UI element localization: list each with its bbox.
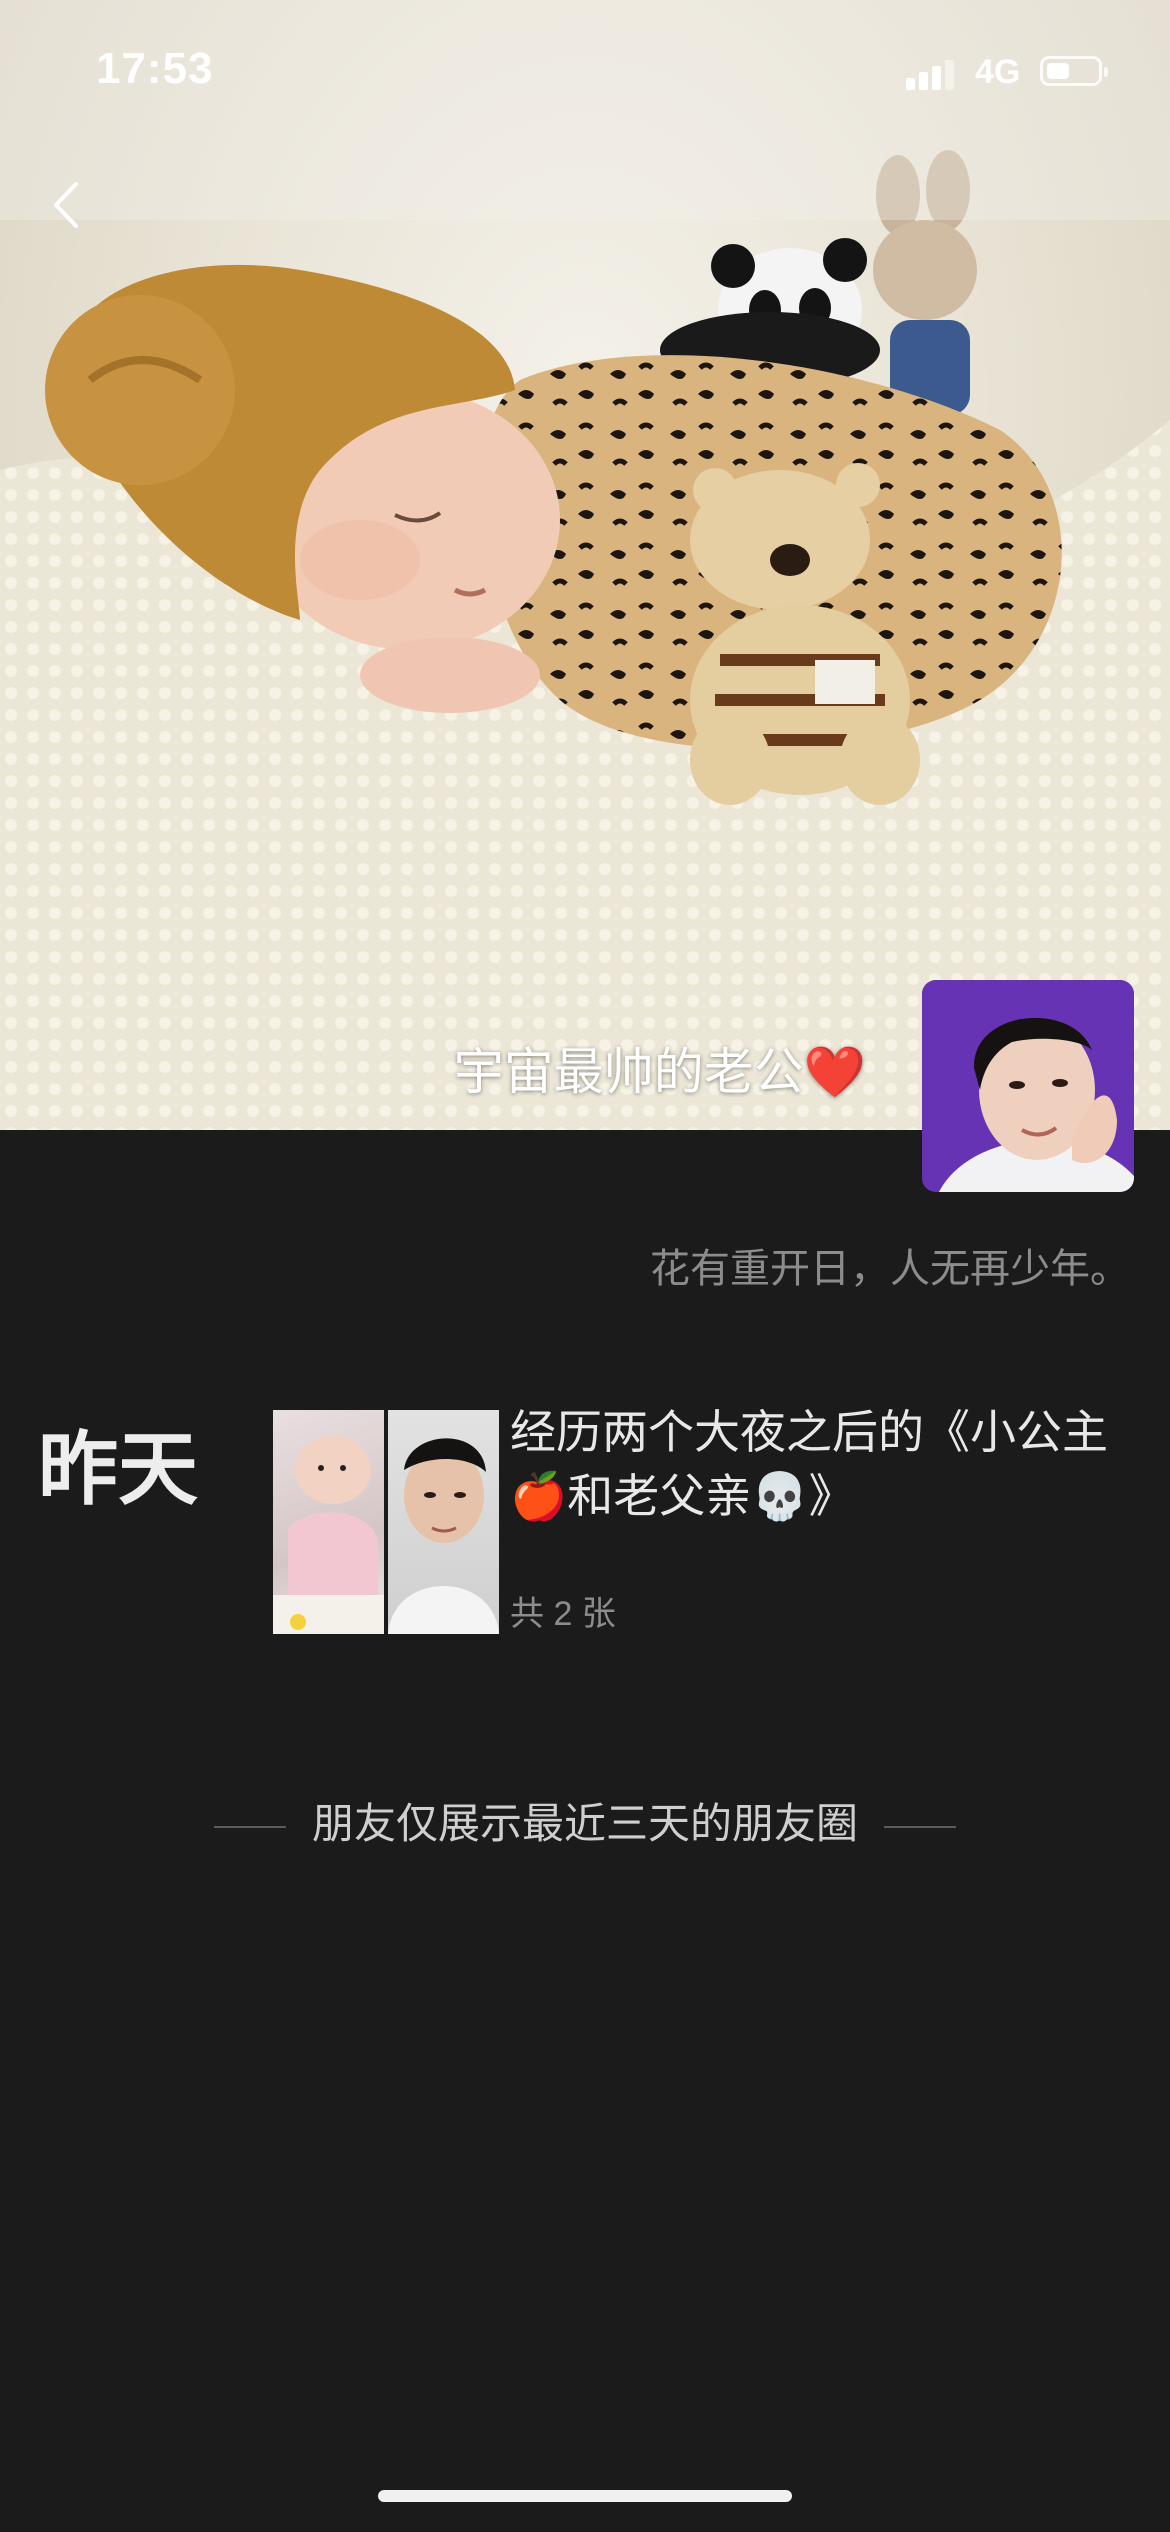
moments-visibility-note: 朋友仅展示最近三天的朋友圈 (0, 1790, 1170, 1851)
battery-icon (1040, 56, 1108, 86)
heart-emoji: ❤️ (803, 1044, 866, 1100)
status-time: 17:53 (96, 44, 214, 93)
home-indicator[interactable] (378, 2490, 792, 2502)
photo-thumbnail-baby[interactable] (273, 1410, 384, 1634)
network-type: 4G (975, 53, 1021, 91)
back-chevron-icon (54, 182, 78, 228)
profile-signature: 花有重开日，人无再少年。 (650, 1247, 1130, 1291)
apple-emoji: 🍎 (510, 1470, 568, 1522)
status-bar: 17:53 4G (0, 0, 1170, 150)
photo-thumbnail-father[interactable] (388, 1410, 499, 1634)
post-date-label: 昨天 (38, 1425, 198, 1514)
moments-visibility-text: 朋友仅展示最近三天的朋友圈 (311, 1800, 858, 1847)
back-button[interactable] (40, 170, 100, 240)
post-caption-text-2: 和老父亲 (567, 1470, 752, 1522)
divider-left (213, 1825, 286, 1828)
avatar[interactable] (922, 980, 1134, 1192)
skull-emoji: 💀 (751, 1470, 809, 1522)
cover-photo[interactable]: 17:53 4G 宇宙最帅的老公❤️ (0, 0, 1170, 1130)
signal-icon (906, 56, 960, 90)
post-caption[interactable]: 经历两个大夜之后的《小公主 🍎和老父亲💀》 (510, 1400, 1130, 1528)
cover-illustration (0, 0, 1170, 1130)
photo-count: 共 2 张 (510, 1595, 616, 1633)
battery-fill (1047, 63, 1069, 79)
post-caption-text-3: 》 (808, 1470, 855, 1522)
profile-nickname[interactable]: 宇宙最帅的老公❤️ (454, 1032, 866, 1104)
avatar-portrait (922, 980, 1134, 1192)
post-photo-thumbnails[interactable] (273, 1410, 499, 1634)
nickname-text: 宇宙最帅的老公 (453, 1044, 804, 1100)
divider-right (884, 1825, 956, 1828)
post-caption-text-1: 经历两个大夜之后的《小公主 (510, 1406, 1108, 1458)
